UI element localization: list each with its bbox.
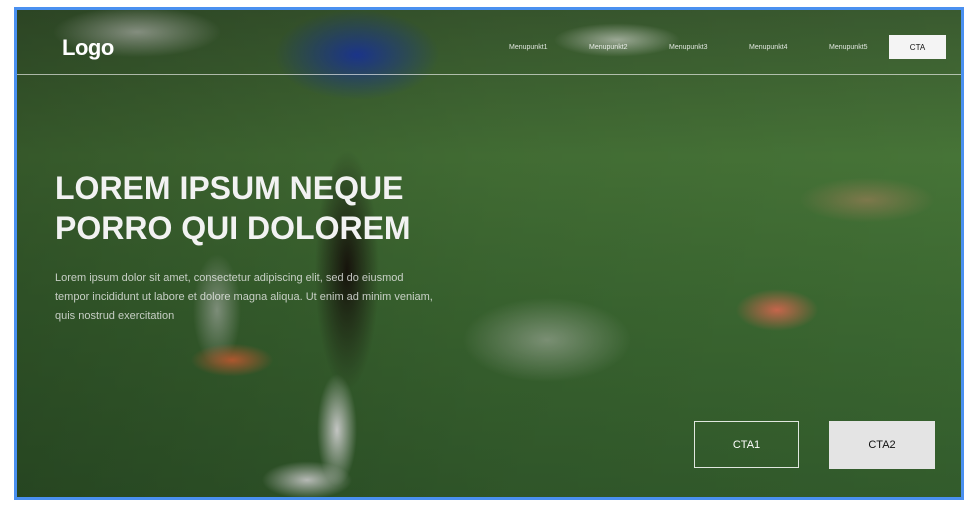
hero-body-text: Lorem ipsum dolor sit amet, consectetur … [55,272,433,322]
logo[interactable]: Logo [62,35,114,61]
top-navigation: Logo Menupunkt1 Menupunkt2 Menupunkt3 Me… [17,10,961,75]
hero-overlay [17,10,961,497]
cta1-button[interactable]: CTA1 [694,421,799,468]
menu-item-3[interactable]: Menupunkt3 [669,44,749,51]
hero-headline: LOREM IPSUM NEQUE PORRO QUI DOLOREM [55,168,475,248]
headline-line-2: PORRO QUI DOLOREM [55,210,411,246]
cta2-button[interactable]: CTA2 [829,421,935,469]
menu-item-4[interactable]: Menupunkt4 [749,44,829,51]
hero-frame: Logo Menupunkt1 Menupunkt2 Menupunkt3 Me… [14,7,964,500]
menu-item-2[interactable]: Menupunkt2 [589,44,669,51]
nav-cta-button[interactable]: CTA [889,35,946,59]
menu-item-1[interactable]: Menupunkt1 [509,44,589,51]
headline-line-1: LOREM IPSUM NEQUE [55,170,404,206]
main-menu: Menupunkt1 Menupunkt2 Menupunkt3 Menupun… [509,44,909,51]
